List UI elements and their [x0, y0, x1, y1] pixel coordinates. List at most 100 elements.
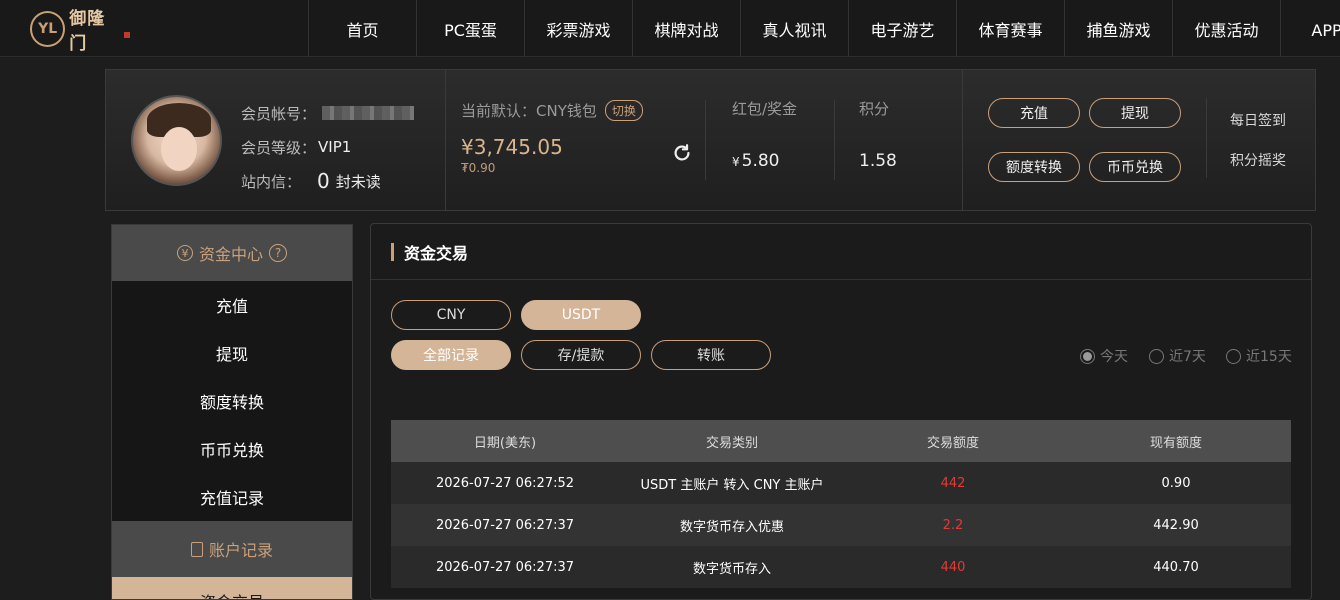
sidebar-section-account-records: 账户记录: [112, 521, 352, 577]
top-navigation-bar: YL 御隆门 首页 PC蛋蛋 彩票游戏 棋牌对战 真人视讯 电子游艺 体育赛事 …: [0, 0, 1340, 57]
nav-item-live-casino[interactable]: 真人视讯: [740, 0, 848, 57]
sidebar-item-exchange[interactable]: 币币兑换: [112, 425, 352, 473]
range-today-label: 今天: [1100, 349, 1128, 365]
points-label: 积分: [859, 100, 890, 118]
refresh-icon[interactable]: [671, 142, 693, 164]
wallet-summary: 当前默认：CNY钱包 切换 ¥3,745.05 ₮0.90: [461, 100, 643, 175]
column-header: 现有额度: [1149, 435, 1202, 451]
divider: [1206, 98, 1207, 178]
cell-amount: 442: [940, 475, 966, 491]
sidebar-item-withdraw[interactable]: 提现: [112, 329, 352, 377]
sidebar-menu: ¥ 资金中心 ? 充值 提现 额度转换 币币兑换 充值记录 账户记录 资金交易: [111, 224, 353, 600]
divider: [445, 70, 446, 210]
user-summary-panel: 会员帐号： 会员等级： VIP1 站内信： 0 封未读 当前默认：CNY钱包 切…: [105, 69, 1316, 211]
document-icon: [190, 541, 203, 557]
range-15days-label: 近15天: [1246, 349, 1292, 365]
brand-logo[interactable]: YL 御隆门: [30, 8, 130, 54]
points-lottery-link[interactable]: 积分摇奖: [1230, 150, 1286, 170]
transactions-table: 日期(美东) 交易类别 交易额度 现有额度 2026-07-27 06:27:5…: [391, 420, 1291, 588]
nav-item-app[interactable]: APP下: [1280, 0, 1340, 57]
daily-signin-link[interactable]: 每日签到: [1230, 110, 1286, 130]
nav-item-lottery[interactable]: 彩票游戏: [524, 0, 632, 57]
inbox-unit: 封未读: [335, 172, 381, 191]
table-row: 2026-07-27 06:27:37 数字货币存入优惠 2.2 442.90: [391, 504, 1291, 546]
cell-balance: 442.90: [1153, 517, 1199, 533]
nav-item-sports[interactable]: 体育赛事: [956, 0, 1064, 57]
tab-transfer[interactable]: 转账: [651, 340, 771, 370]
title-accent-bar: [391, 242, 394, 261]
deposit-button[interactable]: 充值: [988, 98, 1080, 128]
member-info: 会员帐号： 会员等级： VIP1 站内信： 0 封未读: [241, 96, 415, 198]
avatar[interactable]: [131, 95, 222, 186]
nav-item-slots[interactable]: 电子游艺: [848, 0, 956, 57]
nav-item-promotions[interactable]: 优惠活动: [1172, 0, 1280, 57]
inbox-count[interactable]: 0: [317, 169, 330, 193]
account-masked-value: [322, 106, 415, 120]
account-label: 会员帐号：: [241, 104, 317, 123]
tab-usdt[interactable]: USDT: [521, 300, 641, 330]
sidebar-item-deposit-records[interactable]: 充值记录: [112, 473, 352, 521]
logo-seal-icon: [124, 32, 130, 38]
sidebar-section-title: 账户记录: [208, 541, 273, 560]
bonus-stat: 红包/奖金 ¥5.80: [732, 98, 797, 171]
cell-balance: 440.70: [1153, 559, 1199, 575]
help-icon[interactable]: ?: [269, 244, 287, 262]
nav-item-card-games[interactable]: 棋牌对战: [632, 0, 740, 57]
table-row: 2026-07-27 06:27:52 USDT 主账户 转入 CNY 主账户 …: [391, 462, 1291, 504]
wallet-balance: ¥3,745.05: [461, 135, 563, 159]
withdraw-button[interactable]: 提现: [1089, 98, 1181, 128]
transfer-button[interactable]: 额度转换: [988, 152, 1080, 182]
range-15days-radio[interactable]: 近15天: [1226, 346, 1292, 366]
bonus-label: 红包/奖金: [732, 100, 798, 118]
sidebar-item-deposit[interactable]: 充值: [112, 281, 352, 329]
cell-amount: 2.2: [942, 517, 964, 533]
sidebar-item-transfer[interactable]: 额度转换: [112, 377, 352, 425]
nav-item-home[interactable]: 首页: [308, 0, 416, 57]
column-header: 交易类别: [705, 435, 758, 451]
tab-deposit-withdraw[interactable]: 存/提款: [521, 340, 641, 370]
table-header: 日期(美东) 交易类别 交易额度 现有额度: [391, 420, 1291, 462]
tab-cny[interactable]: CNY: [391, 300, 511, 330]
brand-name: 御隆门: [69, 9, 106, 54]
default-wallet-label: 当前默认：CNY钱包: [461, 102, 597, 120]
inbox-label: 站内信：: [241, 172, 302, 191]
page-title-text: 资金交易: [404, 243, 469, 263]
points-value: 1.58: [859, 151, 897, 171]
sidebar-section-funds: ¥ 资金中心 ?: [112, 225, 352, 281]
cell-type: 数字货币存入优惠: [679, 519, 784, 535]
column-header: 日期(美东): [473, 435, 537, 451]
level-label: 会员等级：: [241, 138, 317, 157]
cell-type: USDT 主账户 转入 CNY 主账户: [640, 477, 824, 493]
cell-date: 2026-07-27 06:27:37: [435, 517, 575, 533]
bonus-value: ¥5.80: [732, 151, 780, 171]
nav-item-pc-egg[interactable]: PC蛋蛋: [416, 0, 524, 57]
cell-amount: 440: [940, 559, 966, 575]
main-nav: 首页 PC蛋蛋 彩票游戏 棋牌对战 真人视讯 电子游艺 体育赛事 捕鱼游戏 优惠…: [308, 0, 1340, 57]
range-today-radio[interactable]: 今天: [1080, 346, 1128, 366]
cell-type: 数字货币存入: [692, 561, 771, 577]
logo-emblem-icon: YL: [30, 11, 66, 47]
wallet-usdt-balance: ₮0.90: [461, 161, 496, 175]
divider: [962, 70, 963, 210]
page-title: 资金交易: [371, 224, 1311, 280]
yuan-circle-icon: ¥: [176, 245, 193, 261]
cell-date: 2026-07-27 06:27:52: [435, 475, 575, 491]
nav-item-fishing[interactable]: 捕鱼游戏: [1064, 0, 1172, 57]
range-7days-radio[interactable]: 近7天: [1149, 346, 1206, 366]
sidebar-item-fund-transactions[interactable]: 资金交易: [112, 577, 352, 599]
divider: [705, 100, 706, 180]
tab-all-records[interactable]: 全部记录: [391, 340, 511, 370]
cell-date: 2026-07-27 06:27:37: [435, 559, 575, 575]
exchange-button[interactable]: 币币兑换: [1089, 152, 1181, 182]
divider: [834, 100, 835, 180]
switch-wallet-button[interactable]: 切换: [604, 100, 643, 121]
sidebar-section-title: 资金中心: [198, 245, 263, 264]
table-row: 2026-07-27 06:27:37 数字货币存入 440 440.70: [391, 546, 1291, 588]
table-body: 2026-07-27 06:27:52 USDT 主账户 转入 CNY 主账户 …: [391, 462, 1291, 588]
fund-transactions-panel: 资金交易 CNY USDT 全部记录 存/提款 转账 今天 近7天 近15天 日…: [370, 223, 1312, 600]
points-stat: 积分 1.58: [859, 98, 897, 171]
cell-balance: 0.90: [1161, 475, 1191, 491]
column-header: 交易额度: [926, 435, 979, 451]
level-value: VIP1: [318, 138, 352, 156]
range-7days-label: 近7天: [1169, 349, 1206, 365]
